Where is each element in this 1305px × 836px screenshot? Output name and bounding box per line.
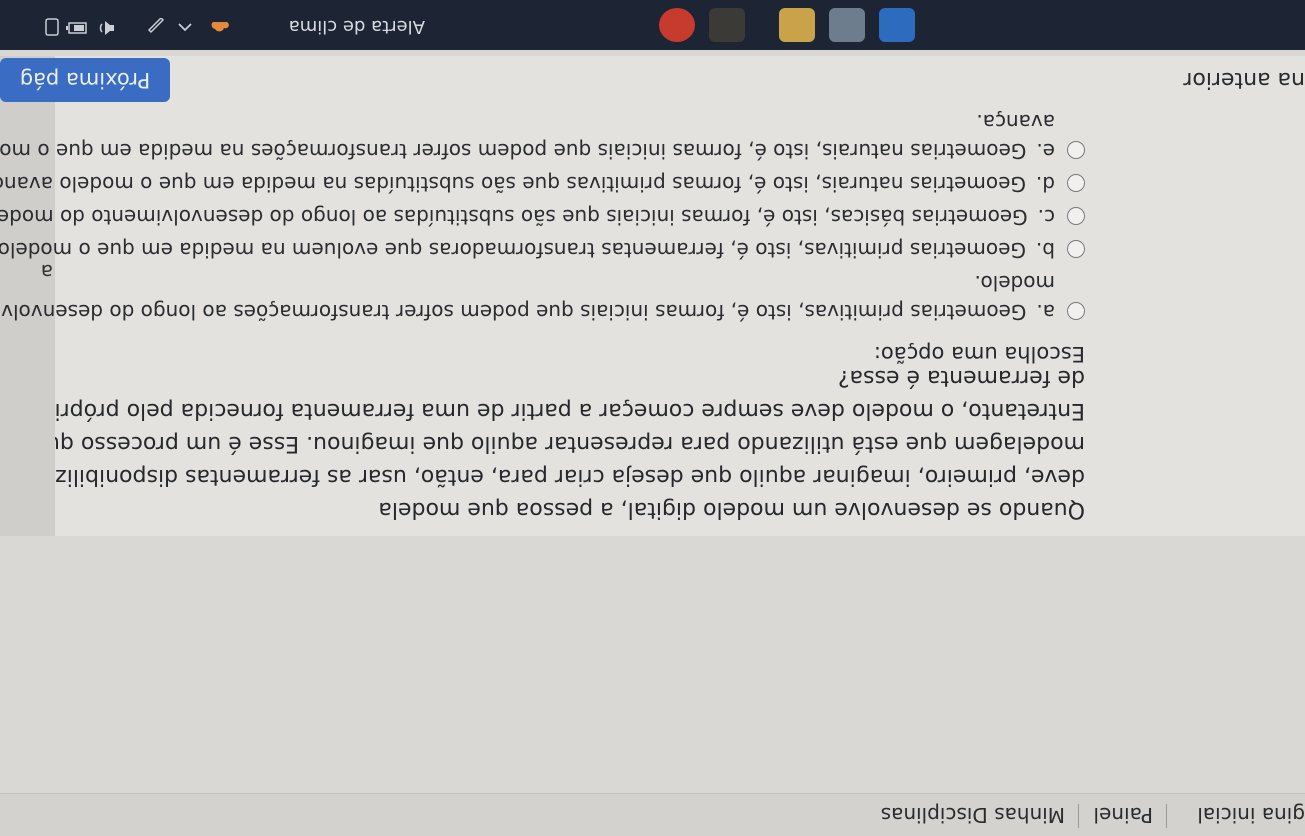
next-page-button[interactable]: Próxima pág (0, 58, 170, 102)
taskbar: Alerta de clima (0, 0, 1305, 50)
nav-divider (1166, 804, 1167, 828)
taskbar-app[interactable] (829, 8, 865, 42)
screen: gina inicial Painel Minhas Disciplinas Q… (0, 0, 1305, 836)
option-text: Geometrias primitivas, isto é, ferrament… (0, 238, 1026, 262)
nav-my-courses-link[interactable]: Minhas Disciplinas (881, 803, 1065, 827)
option-letter: e. (1036, 139, 1055, 163)
taskbar-app[interactable] (879, 8, 915, 42)
option-a[interactable]: a. Geometrias primitivas, isto é, formas … (0, 268, 1085, 326)
option-text: Geometrias naturais, isto é, formas prim… (0, 172, 1026, 196)
option-letter: a. (1036, 300, 1055, 324)
option-b[interactable]: b. Geometrias primitivas, isto é, ferrame… (0, 235, 1085, 264)
option-text: Geometrias básicas, isto é, formas inici… (0, 205, 1028, 229)
radio-button[interactable] (1067, 207, 1085, 225)
option-d[interactable]: d. Geometrias naturais, isto é, formas pr… (0, 169, 1085, 198)
answer-area: Escolha uma opção: a. Geometrias primitiv… (0, 56, 1305, 536)
weather-alert-label[interactable]: Alerta de clima (289, 16, 425, 37)
top-nav: gina inicial Painel Minhas Disciplinas (0, 793, 1305, 836)
option-text-continued: avança. (976, 110, 1055, 134)
nav-divider (1078, 804, 1079, 828)
option-text: Geometrias naturais, isto é, formas inic… (0, 139, 1027, 163)
option-c[interactable]: c. Geometrias básicas, isto é, formas ini… (0, 202, 1085, 231)
radio-button[interactable] (1067, 240, 1085, 258)
weather-alert-icon[interactable] (208, 16, 230, 36)
radio-button[interactable] (1067, 141, 1085, 159)
previous-page-link[interactable]: na anterior (1183, 67, 1305, 92)
taskbar-app[interactable] (709, 8, 745, 42)
option-text: Geometrias primitivas, isto é, formas in… (0, 300, 1027, 324)
option-letter: d. (1035, 172, 1055, 196)
pen-icon[interactable] (147, 14, 165, 36)
nav-home-link[interactable]: gina inicial (1197, 803, 1305, 827)
option-letter: b. (1035, 238, 1055, 262)
option-letter: c. (1037, 205, 1055, 229)
taskbar-app[interactable] (659, 8, 695, 42)
network-icon[interactable] (45, 14, 59, 36)
volume-icon[interactable] (97, 16, 115, 36)
radio-button[interactable] (1067, 174, 1085, 192)
answer-options: a. Geometrias primitivas, isto é, formas … (0, 103, 1085, 326)
choose-option-label: Escolha uma opção: (873, 342, 1085, 366)
battery-icon[interactable] (65, 17, 87, 36)
option-text-continued: modelo. (974, 271, 1055, 295)
radio-button[interactable] (1067, 302, 1085, 320)
chevron-up-icon[interactable] (177, 17, 193, 36)
taskbar-app[interactable] (779, 8, 815, 42)
nav-dashboard-link[interactable]: Painel (1093, 803, 1153, 827)
question-info-strip (0, 56, 55, 536)
option-e[interactable]: e. Geometrias naturais, isto é, formas in… (0, 107, 1085, 165)
